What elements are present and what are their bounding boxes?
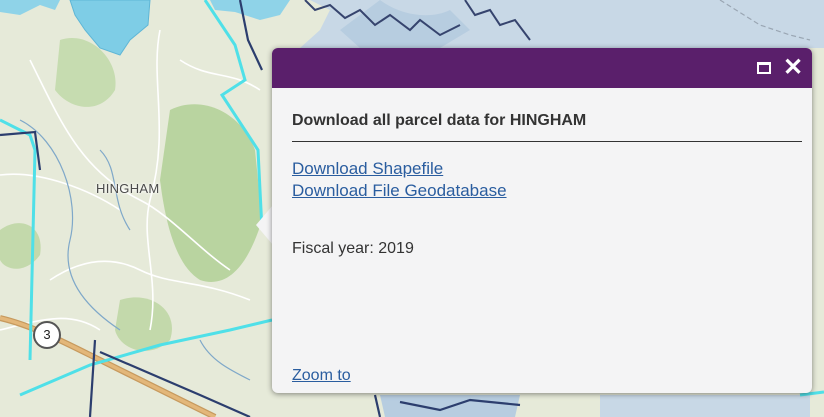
download-geodatabase-link[interactable]: Download File Geodatabase bbox=[292, 180, 792, 202]
fiscal-year-text: Fiscal year: 2019 bbox=[292, 240, 414, 257]
close-icon[interactable]: ✕ bbox=[782, 56, 804, 80]
route-shield: 3 bbox=[33, 321, 61, 349]
maximize-icon[interactable] bbox=[753, 57, 775, 79]
popup-pointer bbox=[256, 205, 273, 245]
download-shapefile-link[interactable]: Download Shapefile bbox=[292, 158, 792, 180]
popup-title: Download all parcel data for HINGHAM bbox=[292, 112, 802, 142]
zoom-to-link[interactable]: Zoom to bbox=[292, 367, 351, 385]
popup-header: ✕ bbox=[272, 48, 812, 88]
town-label: HINGHAM bbox=[96, 181, 160, 196]
download-links: Download Shapefile Download File Geodata… bbox=[292, 158, 792, 202]
info-popup: ✕ Download all parcel data for HINGHAM D… bbox=[272, 48, 812, 393]
popup-body: Download all parcel data for HINGHAM Dow… bbox=[272, 88, 812, 258]
water-area bbox=[600, 395, 810, 417]
